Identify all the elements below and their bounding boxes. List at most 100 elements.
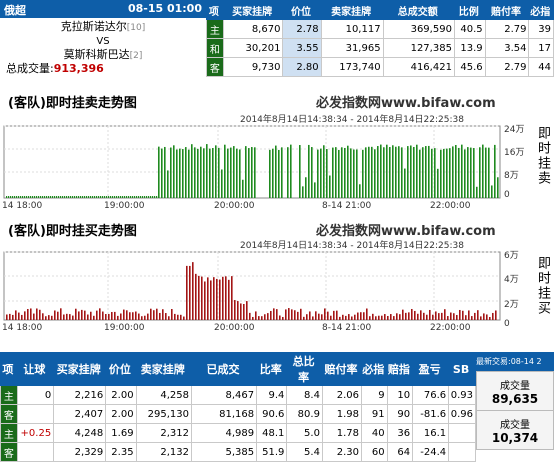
buy-value: 4,248 <box>53 423 107 443</box>
sell-bar <box>224 144 226 198</box>
sell-bar <box>452 146 454 198</box>
sell-bar <box>431 148 433 198</box>
sell-bar <box>20 196 22 198</box>
price-value[interactable]: 1.69 <box>105 423 137 443</box>
sell-bar <box>458 147 460 198</box>
sell-bar <box>479 147 481 198</box>
sell-bar <box>338 149 340 198</box>
away-team-rank: [2] <box>129 51 143 61</box>
buy-bar <box>351 316 353 320</box>
buy-bar <box>273 308 275 320</box>
sell-bar <box>185 147 187 198</box>
sb-value: 0.93 <box>448 385 476 405</box>
buy-bar <box>333 310 335 320</box>
sell-bar <box>443 148 445 198</box>
buy-bar <box>483 313 485 320</box>
home-team-name[interactable]: 克拉斯诺达尔 <box>61 20 127 33</box>
sell-bar <box>491 185 493 198</box>
sell-bar <box>98 196 100 198</box>
handicap-value: +0.25 <box>16 423 55 443</box>
buy-bar <box>297 311 299 320</box>
y-tick: 2万 <box>504 300 519 310</box>
buy-bar <box>6 314 8 320</box>
buy-bar <box>243 303 245 320</box>
buy-bar <box>393 316 395 320</box>
sell-bar <box>278 149 280 198</box>
payout-value: 1.98 <box>321 404 362 424</box>
sell-bar <box>251 147 253 198</box>
buy-bar <box>180 314 182 320</box>
sell-bar <box>68 196 70 198</box>
buy-bar <box>60 308 62 320</box>
price-value[interactable]: 2.35 <box>105 442 137 462</box>
buy-bar <box>291 309 293 320</box>
buy-bar <box>279 315 281 320</box>
col-index: 必指 <box>528 0 554 20</box>
sell-bar <box>287 147 289 198</box>
buy-bar <box>117 315 119 320</box>
away-team-name[interactable]: 莫斯科斯巴达 <box>64 48 130 61</box>
buy-bar <box>216 278 218 320</box>
x-tick: 8-14 21:00 <box>322 201 372 211</box>
buy-bar <box>228 279 230 320</box>
price-value[interactable]: 2.00 <box>105 404 137 424</box>
sell-bar <box>455 145 457 198</box>
sell-bar <box>332 147 334 198</box>
buy-bar <box>171 309 173 320</box>
price-value[interactable]: 2.80 <box>282 57 322 77</box>
buy-bar <box>423 312 425 320</box>
match-info: 克拉斯诺达尔[10] VS 莫斯科斯巴达[2] 总成交量:913,396 <box>0 18 206 75</box>
buy-bar <box>45 316 47 320</box>
sell-bar <box>12 196 14 198</box>
sell-chart: (客队)即时挂卖走势图 必发指数网www.bifaw.com 2014年8月14… <box>0 92 554 214</box>
sell-bar <box>164 146 166 198</box>
buy-bar <box>30 308 32 320</box>
sell-value: 2,312 <box>135 423 192 443</box>
sell-bar <box>167 170 169 198</box>
buy-bar <box>480 316 482 320</box>
sell-bar <box>272 148 274 198</box>
price-value[interactable]: 2.00 <box>105 385 137 405</box>
sell-bar <box>88 196 90 198</box>
volume-box: 成交量 89,635 <box>476 371 554 411</box>
col-item: 项 <box>0 352 18 386</box>
buy-bar <box>282 316 284 320</box>
latest-trade-bar: 最新交易:08-14 2 <box>476 352 554 371</box>
buy-bar <box>255 311 257 320</box>
buy-bar <box>198 275 200 320</box>
buy-bar <box>465 315 467 320</box>
buy-bar <box>90 311 92 320</box>
handicap-value <box>16 442 55 462</box>
pz-value: 90 <box>386 404 414 424</box>
sell-bar <box>144 196 146 198</box>
total-ratio-value: 5.0 <box>286 423 323 443</box>
buy-bar <box>99 308 101 320</box>
buy-bar <box>183 316 185 320</box>
buy-bar <box>267 313 269 320</box>
buy-bar <box>324 308 326 320</box>
sell-bar <box>124 196 126 198</box>
buy-bar <box>318 313 320 320</box>
buy-bar <box>264 314 266 320</box>
sell-bar <box>78 196 80 198</box>
bz-value: 60 <box>360 442 388 462</box>
y-tick: 6万 <box>504 251 519 261</box>
sell-bar <box>464 149 466 198</box>
total-value: 127,385 <box>382 38 455 58</box>
sell-bar <box>377 146 379 198</box>
buy-bar <box>72 315 74 320</box>
buy-bar <box>42 313 44 320</box>
price-value[interactable]: 2.78 <box>282 19 322 39</box>
buy-bar <box>81 309 83 320</box>
buy-bar <box>414 310 416 320</box>
sell-bar <box>485 147 487 198</box>
row-tag: 客 <box>206 57 224 77</box>
buy-bar <box>258 316 260 320</box>
buy-bar <box>375 316 377 320</box>
sell-bar <box>116 196 118 198</box>
sell-bar <box>28 196 30 198</box>
x-tick: 19:00:00 <box>104 201 145 211</box>
payout-value: 1.78 <box>321 423 362 443</box>
volume-label: 成交量 <box>500 420 530 431</box>
price-value[interactable]: 3.55 <box>282 38 322 58</box>
